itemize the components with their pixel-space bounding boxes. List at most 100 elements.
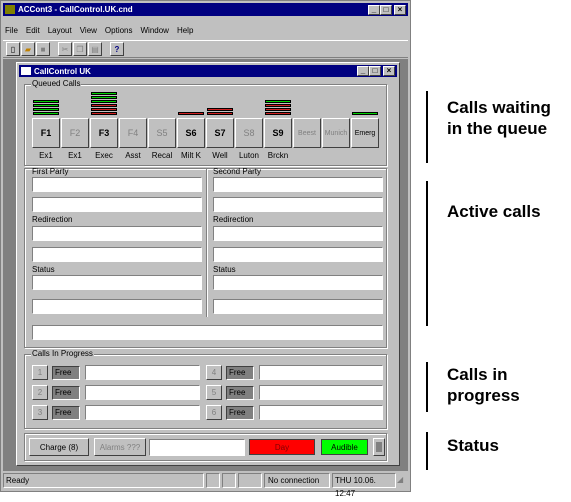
queue-bar [33,108,59,111]
queue-button-s5[interactable]: S5 [148,118,176,148]
cip-state-badge: Free [52,366,80,380]
queue-button-s7[interactable]: S7 [206,118,234,148]
message-field[interactable] [32,325,383,340]
cip-line-button[interactable]: 4 [206,365,222,380]
queue-bar [265,100,291,103]
active-annotation-line [426,181,428,326]
child-minimize-button[interactable]: _ [357,66,369,76]
status-field-left-1[interactable] [32,275,202,290]
cip-info-field[interactable] [259,405,383,420]
queue-button-f2[interactable]: F2 [61,118,89,148]
cip-line-button[interactable]: 6 [206,405,222,420]
maximize-button[interactable]: □ [380,4,392,15]
queued-calls-label: Queued Calls [31,79,82,88]
child-maximize-button[interactable]: □ [369,66,381,76]
first-party-label: First Party [32,167,69,176]
status-text-field[interactable] [149,439,245,456]
queue-bar [91,104,117,107]
menu-layout[interactable]: Layout [48,26,72,38]
progress-annotation-line1: Calls in [447,365,508,384]
copy-icon[interactable]: ❐ [73,42,87,56]
redirection-field-left-2[interactable] [32,247,202,262]
queue-button-s6[interactable]: S6 [177,118,205,148]
cip-info-field[interactable] [259,385,383,400]
redirection-field-right-1[interactable] [213,226,383,241]
cip-line-button[interactable]: 1 [32,365,48,380]
status-field-left-2[interactable] [32,299,202,314]
queue-button-f3[interactable]: F3 [90,118,118,148]
cip-state-badge: Free [226,366,254,380]
status-connection-pane: No connection [264,473,330,488]
queue-bar [33,104,59,107]
redirection-field-left-1[interactable] [32,226,202,241]
status-datetime-pane: THU 10.06. 12:47 [332,473,396,498]
menu-help[interactable]: Help [177,26,193,38]
cip-line-button[interactable]: 5 [206,385,222,400]
queue-button-s9[interactable]: S9 [264,118,292,148]
second-party-field-2[interactable] [213,197,383,212]
new-file-icon[interactable]: ▯ [6,42,20,56]
menu-edit[interactable]: Edit [26,26,40,38]
queue-sublabel: Ex1 [39,151,53,160]
alarms-button[interactable]: Alarms ??? [94,438,146,456]
first-party-field-2[interactable] [32,197,202,212]
menu-window[interactable]: Window [141,26,169,38]
status-toggle-button[interactable] [373,438,385,456]
queue-bar [207,108,233,111]
cip-info-field[interactable] [259,365,383,380]
menu-options[interactable]: Options [105,26,133,38]
status-pane-2 [222,473,236,488]
queue-button-s8[interactable]: S8 [235,118,263,148]
open-folder-icon[interactable]: ▰ [21,42,35,56]
minimize-button[interactable]: _ [368,4,380,15]
save-icon[interactable]: ■ [36,42,50,56]
queue-sublabel: Milt K [181,151,201,160]
status-label-left: Status [32,265,55,274]
help-icon[interactable]: ? [110,42,124,56]
queue-sublabel: Brckn [267,151,289,160]
child-titlebar[interactable]: CallControl UK _ □ × [19,65,397,77]
queue-button-f4[interactable]: F4 [119,118,147,148]
queue-button-munich[interactable]: Munich [322,118,350,148]
cip-line-button[interactable]: 2 [32,385,48,400]
queue-bar [265,104,291,107]
first-party-field-1[interactable] [32,177,202,192]
cut-icon[interactable]: ✂ [58,42,72,56]
cip-info-field[interactable] [85,365,200,380]
queue-bar [207,112,233,115]
resize-grip-icon[interactable]: ◢ [397,475,407,487]
cip-state-badge: Free [52,386,80,400]
cip-info-field[interactable] [85,405,200,420]
queue-sublabel: Recal [151,151,173,160]
cip-line-button[interactable]: 3 [32,405,48,420]
status-label-right: Status [213,265,236,274]
second-party-field-1[interactable] [213,177,383,192]
toolbar: ▯ ▰ ■ ✂ ❐ ▤ ? [3,40,408,58]
queue-button-f1[interactable]: F1 [32,118,60,148]
menu-file[interactable]: File [5,26,18,38]
queue-button-emerg[interactable]: Emerg [351,118,379,148]
paste-icon[interactable]: ▤ [88,42,102,56]
queue-sublabel: Luton [238,151,260,160]
child-close-button[interactable]: × [383,66,395,76]
status-field-right-2[interactable] [213,299,383,314]
queue-button-beest[interactable]: Beest [293,118,321,148]
menu-view[interactable]: View [80,26,97,38]
status-field-right-1[interactable] [213,275,383,290]
queue-bar [178,112,204,115]
queue-bar [91,108,117,111]
cip-info-field[interactable] [85,385,200,400]
app-title: ACCont3 - CallControl.UK.cnd [18,5,133,14]
status-ready-pane: Ready [3,473,204,488]
queue-annotation-line [426,91,428,163]
child-icon [21,67,31,75]
close-button[interactable]: × [394,4,406,15]
status-annotation: Status [447,436,499,455]
cip-state-badge: Free [226,406,254,420]
status-pane-3 [238,473,262,488]
active-calls-divider [206,169,208,317]
app-icon [5,5,15,14]
redirection-field-right-2[interactable] [213,247,383,262]
app-titlebar[interactable]: ACCont3 - CallControl.UK.cnd _ □ × [3,3,408,16]
charge-button[interactable]: Charge (8) [29,438,89,456]
